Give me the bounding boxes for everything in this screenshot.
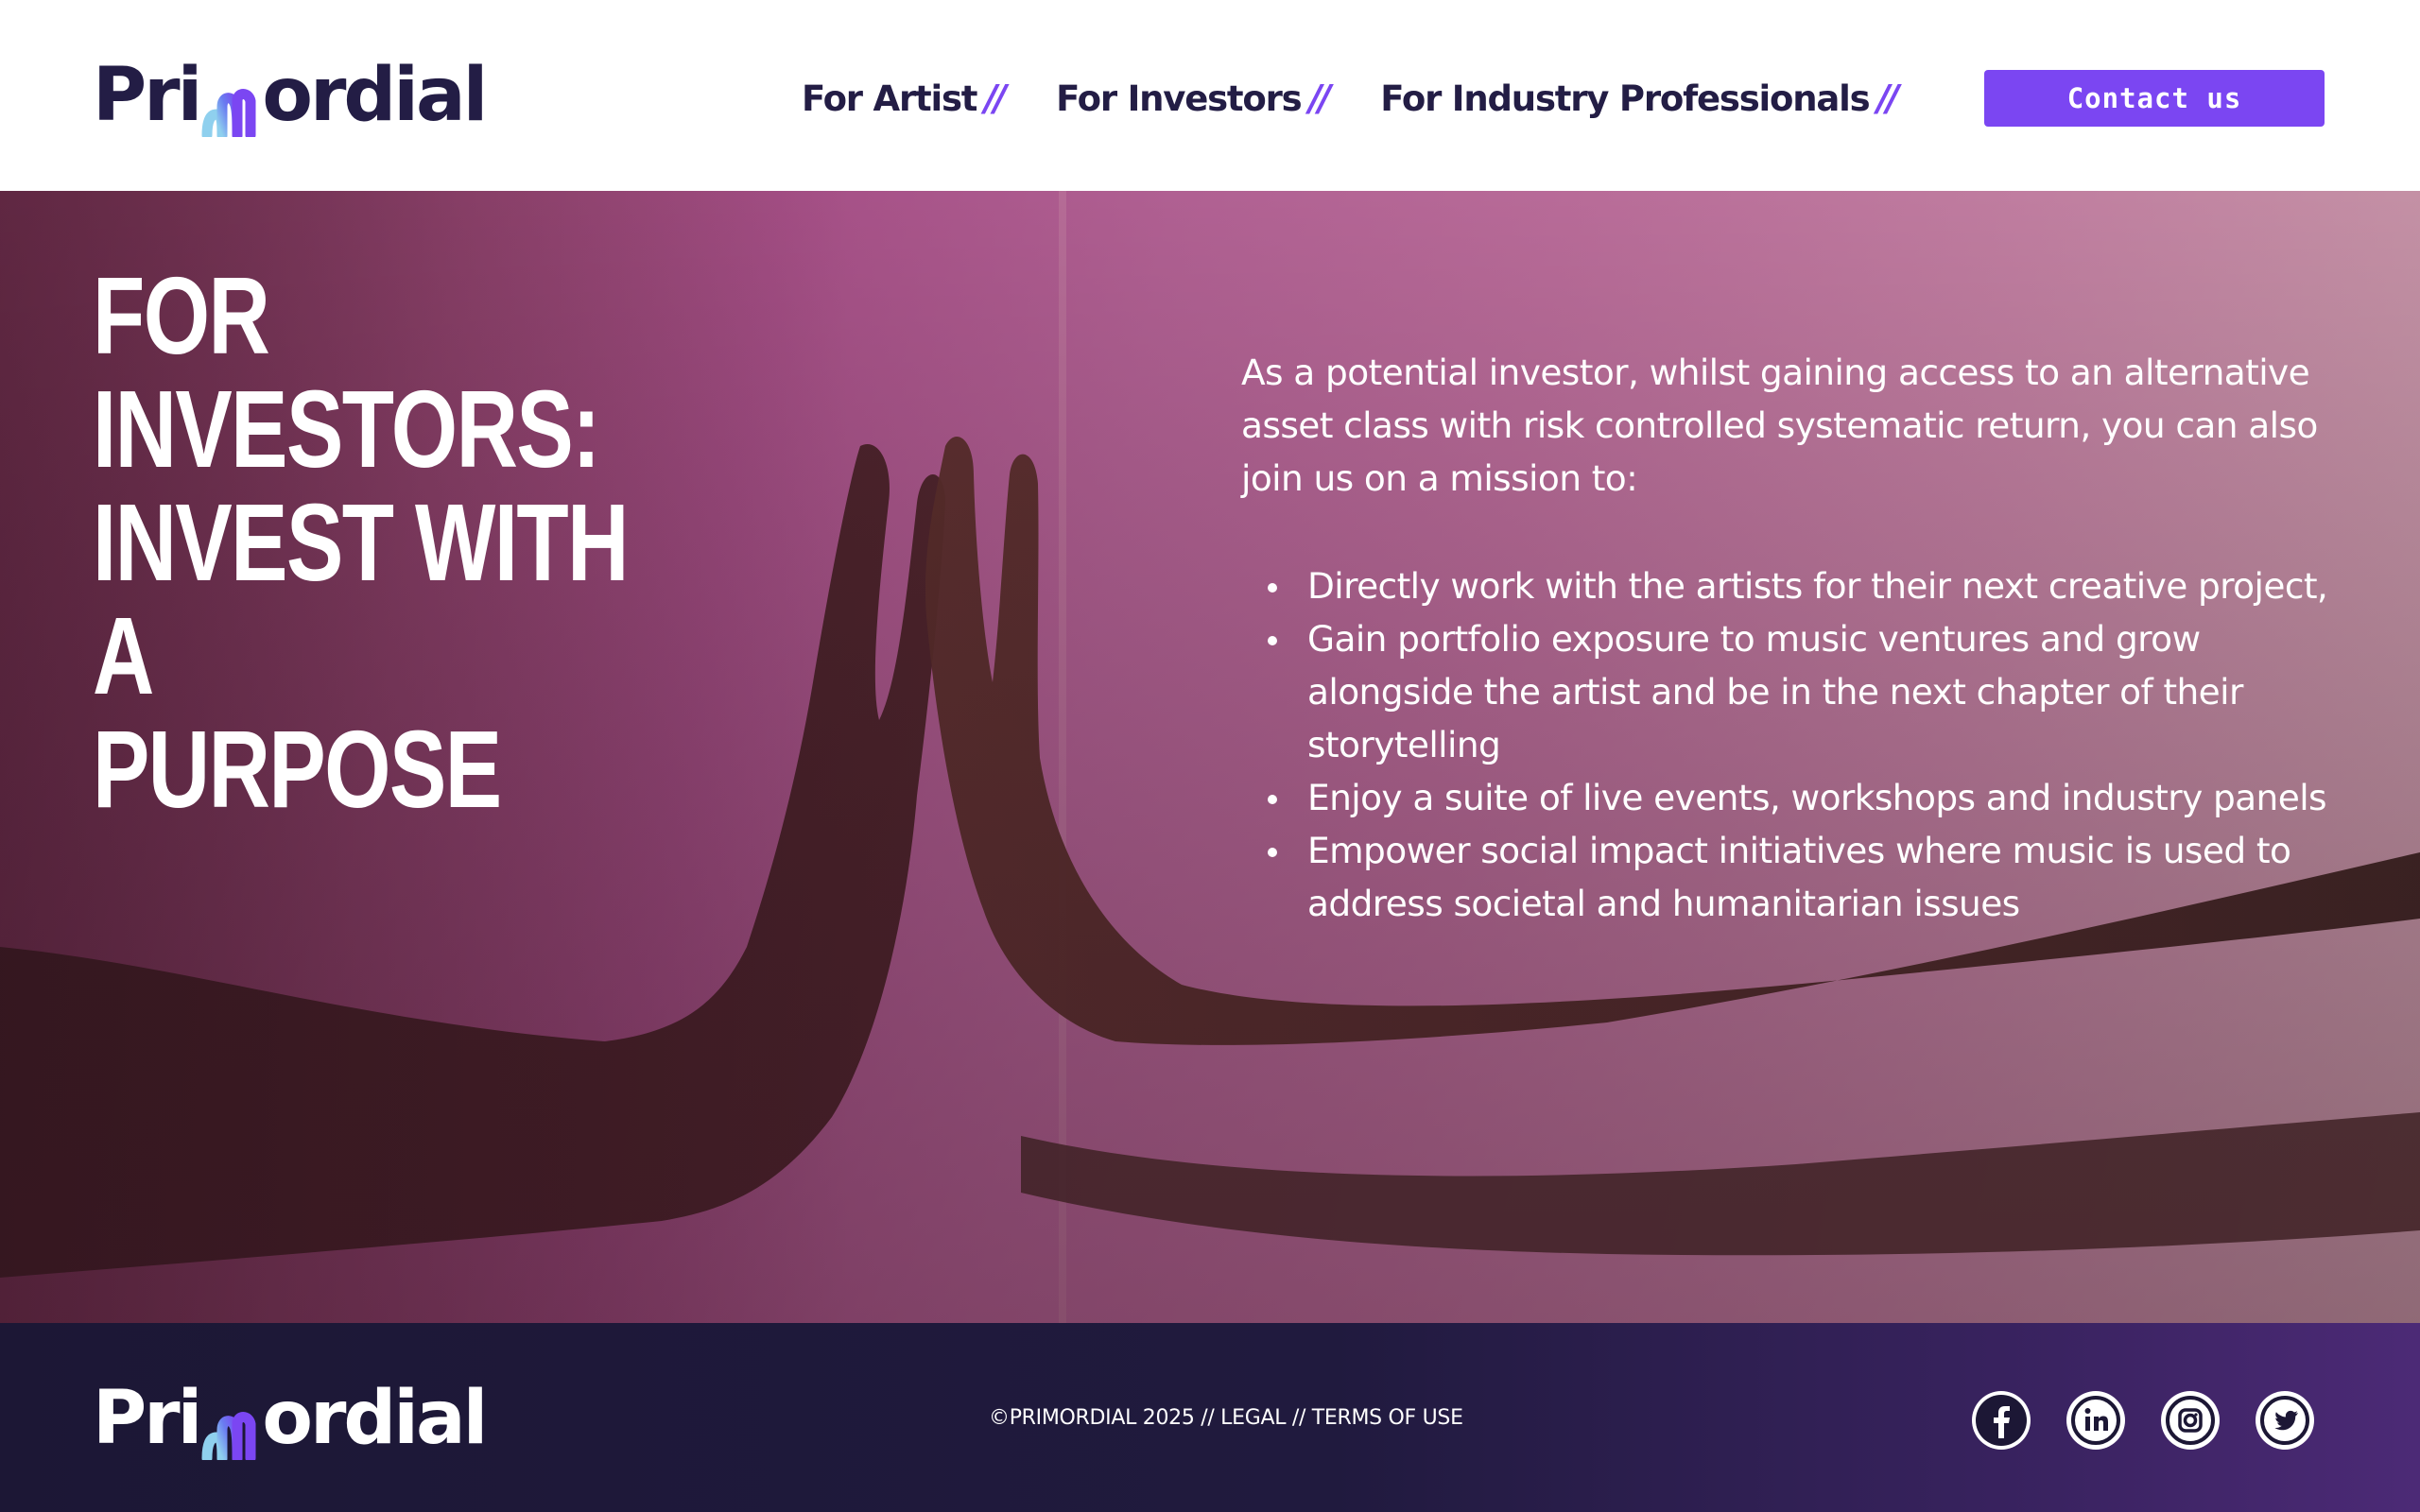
nav-label: For Industry Professionals xyxy=(1380,77,1870,119)
instagram-icon[interactable] xyxy=(2161,1391,2220,1450)
logo-m-mark-icon xyxy=(201,76,260,141)
mission-bullet-list: Directly work with the artists for their… xyxy=(1241,559,2357,930)
nav-label: For Investors xyxy=(1056,77,1303,119)
logo-text-start: Pri xyxy=(93,1376,202,1461)
hero-title-line: FOR INVESTORS: xyxy=(93,254,600,490)
linkedin-icon[interactable] xyxy=(2066,1391,2125,1450)
list-item-text: Empower social impact initiatives where … xyxy=(1307,830,2291,924)
nav-item-for-artist[interactable]: For Artist // xyxy=(802,77,1007,119)
list-item-text: Directly work with the artists for their… xyxy=(1307,565,2328,607)
nav-item-for-investors[interactable]: For Investors // xyxy=(1056,77,1332,119)
hero-section: FOR INVESTORS: INVEST WITH A PURPOSE As … xyxy=(0,191,2420,1323)
logo-text-start: Pri xyxy=(93,53,202,138)
nav-slash-mark: // xyxy=(1308,77,1332,119)
primordial-logo[interactable]: Pri ordial xyxy=(93,53,488,141)
list-item-text: Enjoy a suite of live events, workshops … xyxy=(1307,777,2327,818)
hero-intro-text: As a potential investor, whilst gaining … xyxy=(1241,352,2318,499)
list-item: Enjoy a suite of live events, workshops … xyxy=(1241,771,2357,824)
nav-item-for-industry-professionals[interactable]: For Industry Professionals // xyxy=(1380,77,1899,119)
main-nav: For Artist // For Investors // For Indus… xyxy=(802,74,1948,123)
copyright-legal-links[interactable]: ©PRIMORDIAL 2025 // LEGAL // TERMS OF US… xyxy=(989,1406,1463,1430)
nav-slash-mark: // xyxy=(1876,77,1899,119)
site-footer: Pri ordial ©PRIMORDIAL 2025 // LEGAL // … xyxy=(0,1323,2420,1512)
bullet-dot-icon xyxy=(1268,583,1277,593)
nav-slash-mark: // xyxy=(984,77,1007,119)
footer-primordial-logo[interactable]: Pri ordial xyxy=(93,1376,488,1464)
hero-title-line: PURPOSE xyxy=(93,708,502,831)
bullet-dot-icon xyxy=(1268,795,1277,804)
hero-title: FOR INVESTORS: INVEST WITH A PURPOSE xyxy=(93,259,653,826)
bullet-dot-icon xyxy=(1268,848,1277,857)
list-item: Gain portfolio exposure to music venture… xyxy=(1241,612,2357,771)
social-links xyxy=(1972,1391,2350,1450)
bullet-dot-icon xyxy=(1268,636,1277,645)
hero-title-line: INVEST WITH A xyxy=(93,481,629,717)
nav-label: For Artist xyxy=(802,77,977,119)
logo-text-end: ordial xyxy=(262,1376,488,1461)
logo-text-end: ordial xyxy=(262,53,488,138)
site-header: Pri ordial For Artist // For Investors /… xyxy=(0,0,2420,191)
list-item-text: Gain portfolio exposure to music venture… xyxy=(1307,618,2243,765)
twitter-icon[interactable] xyxy=(2256,1391,2314,1450)
list-item: Directly work with the artists for their… xyxy=(1241,559,2357,612)
logo-m-mark-icon xyxy=(201,1399,260,1464)
list-item: Empower social impact initiatives where … xyxy=(1241,824,2357,930)
contact-us-button[interactable]: Contact us xyxy=(1984,70,2325,127)
facebook-icon[interactable] xyxy=(1972,1391,2031,1450)
